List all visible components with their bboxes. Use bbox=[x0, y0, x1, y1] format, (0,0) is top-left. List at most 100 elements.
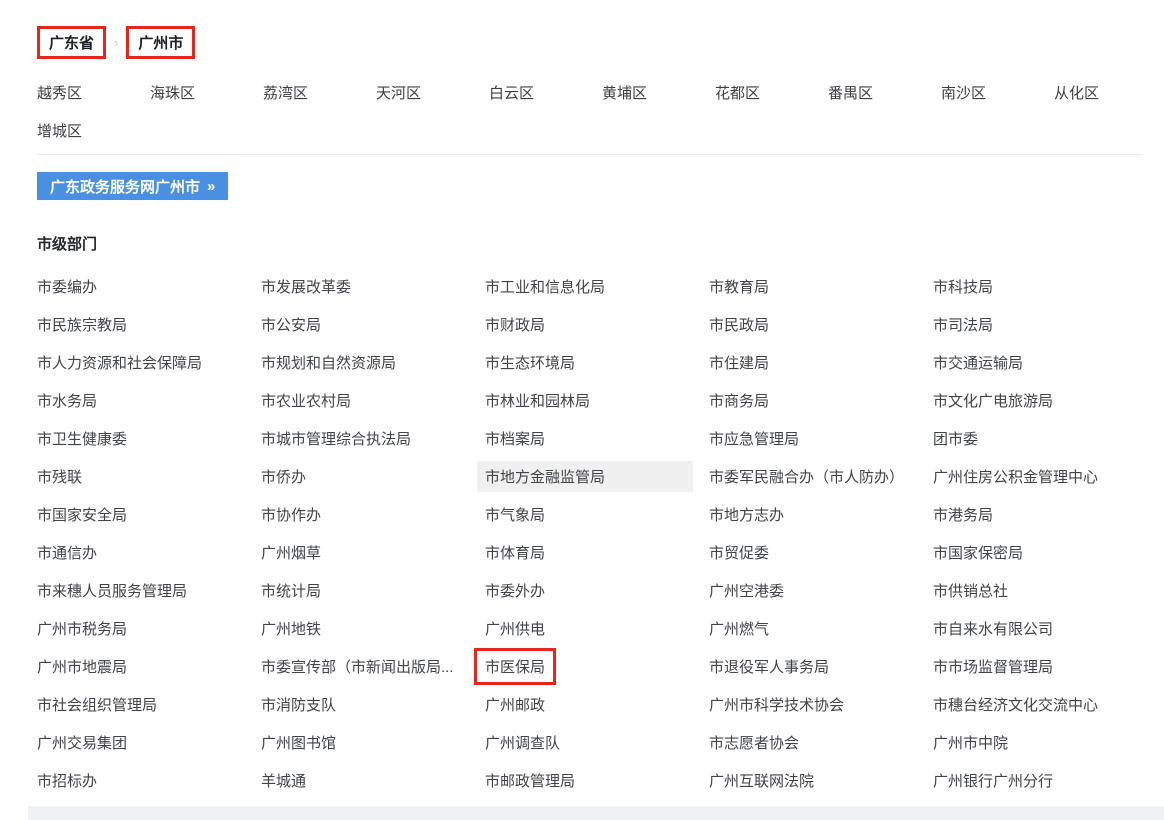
department-link[interactable]: 市委编办 bbox=[29, 271, 105, 302]
department-grid: 市委编办 市发展改革委 市工业和信息化局 市教育局 市科技局 市民族宗教局 市公… bbox=[37, 267, 1141, 799]
department-link[interactable]: 市消防支队 bbox=[253, 689, 344, 720]
department-link[interactable]: 市港务局 bbox=[925, 499, 1001, 530]
department-link[interactable]: 市医保局 bbox=[477, 651, 553, 682]
district-link[interactable]: 天河区 bbox=[376, 75, 489, 113]
district-link[interactable]: 花都区 bbox=[715, 75, 828, 113]
department-link[interactable]: 市农业农村局 bbox=[253, 385, 359, 416]
department-link[interactable]: 广州市中院 bbox=[925, 727, 1016, 758]
department-link[interactable]: 市生态环境局 bbox=[477, 347, 583, 378]
department-link[interactable]: 市自来水有限公司 bbox=[925, 613, 1061, 644]
department-cell: 市住建局 bbox=[709, 343, 933, 381]
department-link[interactable]: 市来穗人员服务管理局 bbox=[29, 575, 195, 606]
department-link[interactable]: 市规划和自然资源局 bbox=[253, 347, 404, 378]
department-link[interactable]: 市通信办 bbox=[29, 537, 105, 568]
district-list: 越秀区海珠区荔湾区天河区白云区黄埔区花都区番禺区南沙区从化区增城区 bbox=[37, 75, 1164, 151]
department-link[interactable]: 市城市管理综合执法局 bbox=[253, 423, 419, 454]
department-link[interactable]: 市招标办 bbox=[29, 765, 105, 796]
department-link[interactable]: 市科技局 bbox=[925, 271, 1001, 302]
department-link[interactable]: 广州市税务局 bbox=[29, 613, 135, 644]
department-link[interactable]: 广州市地震局 bbox=[29, 651, 135, 682]
breadcrumb-province-link[interactable]: 广东省 bbox=[37, 26, 106, 59]
department-link[interactable]: 广州空港委 bbox=[701, 575, 792, 606]
department-link[interactable]: 市地方金融监管局 bbox=[477, 461, 693, 492]
department-link[interactable]: 市林业和园林局 bbox=[477, 385, 598, 416]
department-link[interactable]: 广州燃气 bbox=[701, 613, 777, 644]
department-link[interactable]: 市交通运输局 bbox=[925, 347, 1031, 378]
district-link[interactable]: 黄埔区 bbox=[602, 75, 715, 113]
district-link[interactable]: 番禺区 bbox=[828, 75, 941, 113]
department-link[interactable]: 市民族宗教局 bbox=[29, 309, 135, 340]
district-link[interactable]: 增城区 bbox=[37, 113, 150, 151]
department-cell: 广州互联网法院 bbox=[709, 761, 933, 799]
department-link[interactable]: 广州地铁 bbox=[253, 613, 329, 644]
department-link[interactable]: 市发展改革委 bbox=[253, 271, 359, 302]
department-link[interactable]: 市教育局 bbox=[701, 271, 777, 302]
department-link[interactable]: 市文化广电旅游局 bbox=[925, 385, 1061, 416]
department-link[interactable]: 市协作办 bbox=[253, 499, 329, 530]
department-link[interactable]: 市统计局 bbox=[253, 575, 329, 606]
department-link[interactable]: 广州图书馆 bbox=[253, 727, 344, 758]
department-link[interactable]: 广州交易集团 bbox=[29, 727, 135, 758]
department-link[interactable]: 市穗台经济文化交流中心 bbox=[925, 689, 1106, 720]
district-link[interactable]: 白云区 bbox=[489, 75, 602, 113]
district-link[interactable]: 荔湾区 bbox=[263, 75, 376, 113]
department-link[interactable]: 广州邮政 bbox=[477, 689, 553, 720]
department-link[interactable]: 市司法局 bbox=[925, 309, 1001, 340]
department-link[interactable]: 市工业和信息化局 bbox=[477, 271, 613, 302]
department-link[interactable]: 市住建局 bbox=[701, 347, 777, 378]
district-link[interactable]: 海珠区 bbox=[150, 75, 263, 113]
department-link[interactable]: 市国家安全局 bbox=[29, 499, 135, 530]
department-link[interactable]: 市卫生健康委 bbox=[29, 423, 135, 454]
department-link[interactable]: 广州供电 bbox=[477, 613, 553, 644]
department-cell: 团市委 bbox=[933, 419, 1141, 457]
department-link[interactable]: 市人力资源和社会保障局 bbox=[29, 347, 210, 378]
department-link[interactable]: 市档案局 bbox=[477, 423, 553, 454]
department-link[interactable]: 广州互联网法院 bbox=[701, 765, 822, 796]
department-link[interactable]: 市气象局 bbox=[477, 499, 553, 530]
department-link[interactable]: 市应急管理局 bbox=[701, 423, 807, 454]
department-link[interactable]: 广州调查队 bbox=[477, 727, 568, 758]
department-link[interactable]: 市财政局 bbox=[477, 309, 553, 340]
department-link[interactable]: 市委外办 bbox=[477, 575, 553, 606]
portal-button[interactable]: 广东政务服务网广州市 » bbox=[37, 172, 228, 200]
department-cell: 市科技局 bbox=[933, 267, 1141, 305]
district-link[interactable]: 从化区 bbox=[1054, 75, 1164, 113]
department-link[interactable]: 羊城通 bbox=[253, 765, 314, 796]
department-cell: 市商务局 bbox=[709, 381, 933, 419]
department-link[interactable]: 广州市科学技术协会 bbox=[701, 689, 852, 720]
department-cell: 广州邮政 bbox=[485, 685, 709, 723]
department-link[interactable]: 市民政局 bbox=[701, 309, 777, 340]
department-link[interactable]: 市委军民融合办（市人防办） bbox=[701, 461, 912, 492]
department-link[interactable]: 广州住房公积金管理中心 bbox=[925, 461, 1106, 492]
district-link[interactable]: 越秀区 bbox=[37, 75, 150, 113]
department-link[interactable]: 广州烟草 bbox=[253, 537, 329, 568]
department-link[interactable]: 市公安局 bbox=[253, 309, 329, 340]
breadcrumb-city-link[interactable]: 广州市 bbox=[126, 26, 195, 59]
department-cell: 市贸促委 bbox=[709, 533, 933, 571]
department-link[interactable]: 市退役军人事务局 bbox=[701, 651, 837, 682]
breadcrumb: 广东省 › 广州市 bbox=[37, 26, 1140, 59]
department-link[interactable]: 市国家保密局 bbox=[925, 537, 1031, 568]
department-cell: 市委宣传部（市新闻出版局... bbox=[261, 647, 485, 685]
department-link[interactable]: 市地方志办 bbox=[701, 499, 792, 530]
department-link[interactable]: 市社会组织管理局 bbox=[29, 689, 165, 720]
department-link[interactable]: 市贸促委 bbox=[701, 537, 777, 568]
department-cell: 市地方金融监管局 bbox=[485, 457, 709, 495]
department-link[interactable]: 市市场监督管理局 bbox=[925, 651, 1061, 682]
department-cell: 市邮政管理局 bbox=[485, 761, 709, 799]
department-link[interactable]: 广州银行广州分行 bbox=[925, 765, 1061, 796]
department-cell: 羊城通 bbox=[261, 761, 485, 799]
district-link[interactable]: 南沙区 bbox=[941, 75, 1054, 113]
department-link[interactable]: 市志愿者协会 bbox=[701, 727, 807, 758]
department-link[interactable]: 市委宣传部（市新闻出版局... bbox=[253, 651, 462, 682]
department-link[interactable]: 市商务局 bbox=[701, 385, 777, 416]
department-link[interactable]: 市侨办 bbox=[253, 461, 314, 492]
department-link[interactable]: 团市委 bbox=[925, 423, 986, 454]
department-link[interactable]: 市残联 bbox=[29, 461, 90, 492]
department-link[interactable]: 市邮政管理局 bbox=[477, 765, 583, 796]
department-link[interactable]: 市水务局 bbox=[29, 385, 105, 416]
department-link[interactable]: 市供销总社 bbox=[925, 575, 1016, 606]
section-title: 市级部门 bbox=[37, 233, 1140, 254]
department-cell: 市财政局 bbox=[485, 305, 709, 343]
department-link[interactable]: 市体育局 bbox=[477, 537, 553, 568]
